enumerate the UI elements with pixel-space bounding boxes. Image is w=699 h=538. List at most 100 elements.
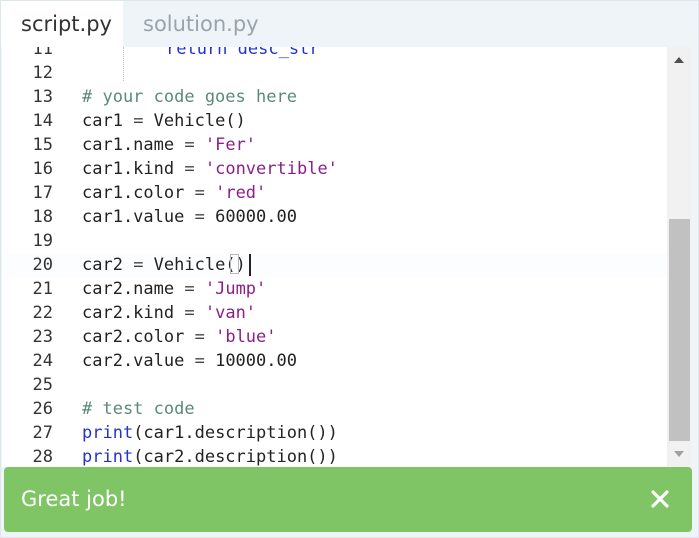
code-line[interactable]: 27 print(car1.description()): [2, 421, 667, 445]
vertical-scrollbar[interactable]: [667, 47, 691, 467]
op-token: =: [133, 111, 144, 131]
line-number: 26: [32, 399, 53, 419]
op-token: =: [184, 279, 195, 299]
toast-message: Great job!: [21, 487, 127, 511]
arrow-up-icon: [674, 57, 684, 63]
code-token: car1.color: [82, 183, 195, 203]
line-number: 14: [32, 111, 53, 131]
code-line[interactable]: 28 print(car2.description()): [2, 445, 667, 467]
code-line[interactable]: 22 car2.kind = 'van': [2, 301, 667, 325]
string-token: 'convertible': [204, 159, 338, 179]
line-code: # your code goes here: [82, 85, 297, 109]
string-token: 'van': [204, 303, 257, 323]
builtin-token: print: [82, 447, 134, 467]
code-token: car2.kind: [82, 303, 185, 323]
line-code: car2.kind = 'van': [82, 301, 256, 325]
op-token: =: [184, 303, 195, 323]
string-token: 'blue': [215, 327, 277, 347]
code-token: (car2.description()): [133, 447, 338, 467]
line-number: 19: [32, 231, 53, 251]
op-token: =: [184, 135, 195, 155]
line-code: car1.value = 60000.00: [82, 205, 297, 229]
indent-guide: [123, 47, 124, 81]
code-line[interactable]: 11 return desc_str: [2, 47, 667, 61]
bracket-match-highlight: [230, 254, 239, 274]
line-number: 20: [32, 255, 53, 275]
line-code: car2.name = 'Jump': [82, 277, 266, 301]
code-line[interactable]: 17 car1.color = 'red': [2, 181, 667, 205]
code-line[interactable]: 14 car1 = Vehicle(): [2, 109, 667, 133]
code-token: car1.kind: [82, 159, 185, 179]
line-code: car1.kind = 'convertible': [82, 157, 338, 181]
comment-token: # test code: [82, 399, 195, 419]
line-code: car2.value = 10000.00: [82, 349, 297, 373]
code-line[interactable]: 19: [2, 229, 667, 253]
builtin-token: print: [82, 423, 134, 443]
line-number: 22: [32, 303, 53, 323]
string-token: 'Fer': [204, 135, 257, 155]
code-token: car1: [82, 111, 134, 131]
line-number: 12: [32, 63, 53, 83]
tab-script-py[interactable]: script.py: [1, 1, 123, 47]
code-token: car2.color: [82, 327, 195, 347]
line-number: 17: [32, 183, 53, 203]
code-line[interactable]: 24 car2.value = 10000.00: [2, 349, 667, 373]
code-token: car2: [82, 255, 134, 275]
comment-token: # your code goes here: [82, 87, 297, 107]
code-token: 60000.00: [204, 207, 297, 227]
arrow-down-icon: [674, 451, 684, 457]
line-number: 28: [32, 447, 53, 467]
code-token: 10000.00: [204, 351, 297, 371]
op-token: =: [194, 207, 205, 227]
line-code: car2 = Vehicle(): [82, 253, 246, 277]
code-token: car1.value: [82, 207, 195, 227]
code-line[interactable]: 15 car1.name = 'Fer': [2, 133, 667, 157]
string-token: 'Jump': [204, 279, 267, 299]
scrollbar-thumb[interactable]: [669, 219, 690, 441]
op-token: =: [194, 327, 205, 347]
code-line[interactable]: 23 car2.color = 'blue': [2, 325, 667, 349]
line-number: 18: [32, 207, 53, 227]
op-token: =: [194, 351, 205, 371]
close-icon[interactable]: [646, 485, 674, 513]
code-line[interactable]: 20 car2 = Vehicle(): [2, 253, 667, 277]
code-line[interactable]: 12: [2, 61, 667, 85]
tab-bar: script.py solution.py: [1, 1, 698, 47]
code-token: Vehicle(): [143, 111, 246, 131]
line-code: # test code: [82, 397, 195, 421]
keyword-partial-token: return desc_str: [166, 47, 320, 59]
code-editor[interactable]: 11 return desc_str 12 13 # your code goes he…: [2, 47, 667, 467]
success-toast: Great job!: [4, 467, 692, 532]
code-token: car1.name: [82, 135, 185, 155]
line-code: return desc_str: [166, 47, 320, 61]
tab-solution-py[interactable]: solution.py: [123, 1, 279, 47]
line-code: car1 = Vehicle(): [82, 109, 246, 133]
op-token: =: [194, 183, 205, 203]
code-line[interactable]: 18 car1.value = 60000.00: [2, 205, 667, 229]
code-line[interactable]: 21 car2.name = 'Jump': [2, 277, 667, 301]
code-editor-window: script.py solution.py 11 return desc_str 1…: [0, 0, 699, 538]
code-token: car2.value: [82, 351, 195, 371]
string-token: 'red': [215, 183, 267, 203]
line-code: print(car2.description()): [82, 445, 338, 467]
line-code: car1.name = 'Fer': [82, 133, 256, 157]
op-token: =: [133, 255, 144, 275]
line-number: 16: [32, 159, 53, 179]
scroll-up-button[interactable]: [667, 51, 691, 69]
op-token: =: [184, 159, 195, 179]
line-code: car2.color = 'blue': [82, 325, 277, 349]
line-number: 24: [32, 351, 53, 371]
line-code: print(car1.description()): [82, 421, 338, 445]
scroll-down-button[interactable]: [667, 445, 691, 463]
code-line[interactable]: 13 # your code goes here: [2, 85, 667, 109]
line-number: 27: [32, 423, 53, 443]
code-line[interactable]: 26 # test code: [2, 397, 667, 421]
code-token: (car1.description()): [133, 423, 338, 443]
code-line[interactable]: 25: [2, 373, 667, 397]
code-line[interactable]: 16 car1.kind = 'convertible': [2, 157, 667, 181]
line-number: 15: [32, 135, 53, 155]
